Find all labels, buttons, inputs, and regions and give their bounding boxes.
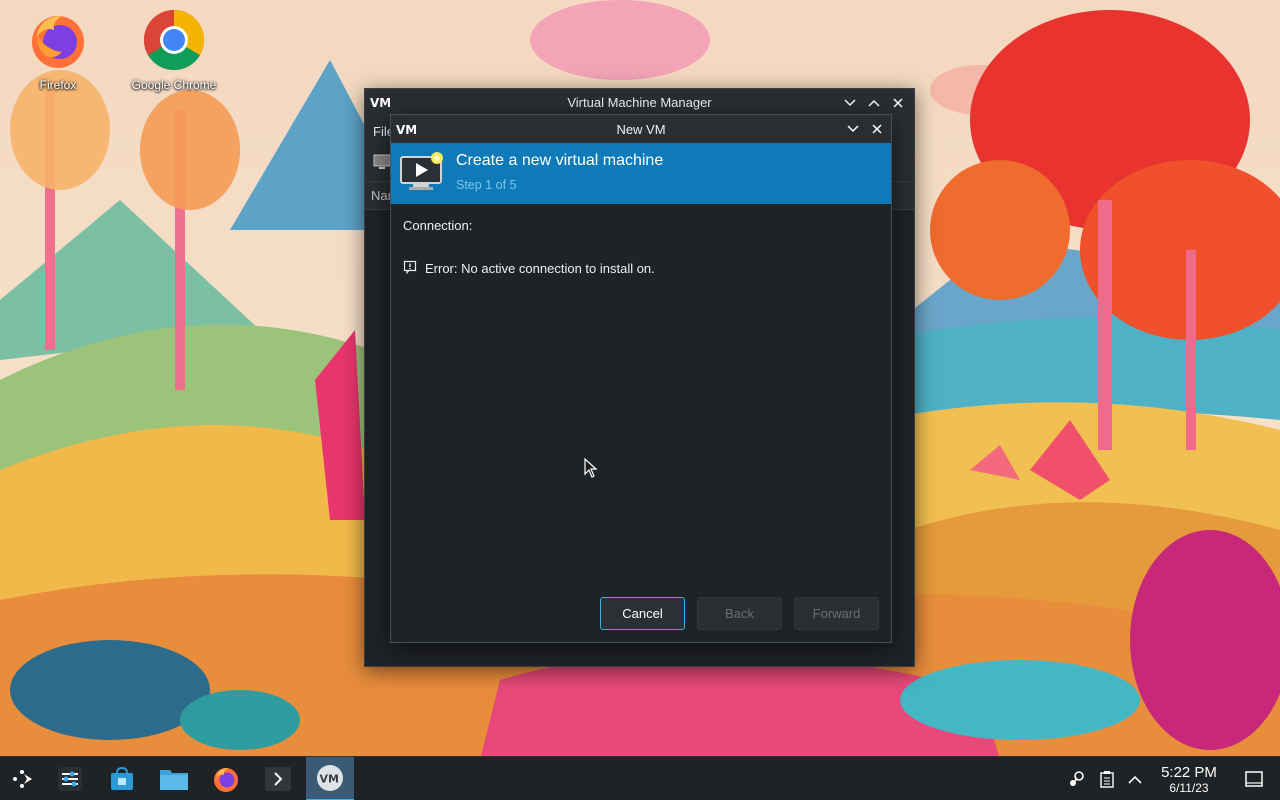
clipboard-icon[interactable] <box>1096 757 1118 800</box>
desktop-icon-firefox[interactable]: Firefox <box>8 8 108 92</box>
desktop-icon-label: Google Chrome <box>131 78 217 92</box>
chrome-icon <box>142 8 206 72</box>
system-settings-icon[interactable] <box>48 757 92 800</box>
maximize-button[interactable] <box>864 94 884 112</box>
desktop-icon-label: Firefox <box>39 78 77 92</box>
warning-icon <box>403 260 417 277</box>
banner-step: Step 1 of 5 <box>456 178 517 192</box>
show-desktop-icon[interactable] <box>1242 757 1266 800</box>
clock-time: 5:22 PM <box>1161 764 1217 781</box>
error-text: Error: No active connection to install o… <box>425 261 655 276</box>
forward-button[interactable]: Forward <box>794 597 879 630</box>
dialog-titlebar[interactable]: VM New VM <box>391 115 891 143</box>
discover-store-icon[interactable] <box>100 757 144 800</box>
application-launcher-icon[interactable] <box>0 757 44 800</box>
mouse-cursor-icon <box>584 457 598 481</box>
minimize-button[interactable] <box>840 94 860 112</box>
dialog-title: New VM <box>616 121 666 137</box>
banner-title: Create a new virtual machine <box>456 152 664 169</box>
tray-expand-icon[interactable] <box>1124 757 1146 800</box>
back-button[interactable]: Back <box>697 597 782 630</box>
svg-text:VM: VM <box>370 96 390 109</box>
desktop-icon-chrome[interactable]: Google Chrome <box>124 8 224 92</box>
close-button[interactable] <box>867 120 887 138</box>
taskbar: VM 5:22 PM 6/11/23 <box>0 756 1280 800</box>
virt-manager-icon: VM <box>370 95 391 112</box>
window-titlebar[interactable]: VM Virtual Machine Manager <box>365 89 914 116</box>
virt-manager-icon[interactable]: VM <box>306 757 354 800</box>
firefox-icon[interactable] <box>204 757 248 800</box>
clock-date: 6/11/23 <box>1169 781 1209 795</box>
error-message: Error: No active connection to install o… <box>403 260 655 277</box>
terminal-icon[interactable] <box>256 757 300 800</box>
svg-text:VM: VM <box>320 773 339 786</box>
virt-manager-icon: VM <box>396 122 417 139</box>
close-button[interactable] <box>888 94 908 112</box>
minimize-button[interactable] <box>843 120 863 138</box>
new-vm-monitor-icon <box>399 151 447 196</box>
window-title: Virtual Machine Manager <box>567 95 712 110</box>
steam-icon[interactable] <box>1064 757 1088 800</box>
cancel-button[interactable]: Cancel <box>600 597 685 630</box>
file-manager-icon[interactable] <box>152 757 196 800</box>
svg-text:VM: VM <box>396 123 416 136</box>
clock[interactable]: 5:22 PM 6/11/23 <box>1152 764 1226 795</box>
new-vm-dialog: VM New VM Create a new virtual machine S… <box>390 114 892 643</box>
firefox-icon <box>26 8 90 72</box>
wizard-banner: Create a new virtual machine Step 1 of 5 <box>391 143 891 204</box>
dialog-body: Connection: Error: No active connection … <box>391 204 891 642</box>
connection-label: Connection: <box>403 218 473 233</box>
